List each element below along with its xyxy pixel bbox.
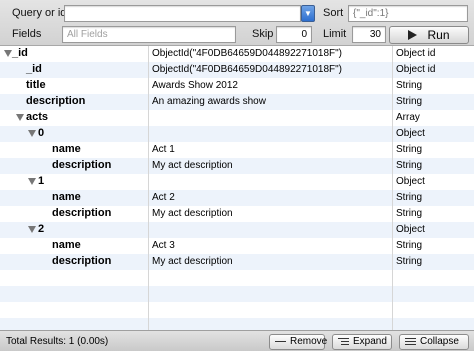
fields-input[interactable]: All Fields: [62, 26, 236, 43]
outline-row[interactable]: name Act 1 String: [0, 142, 474, 158]
row-key: _id: [26, 63, 42, 75]
outline-row[interactable]: description My act description String: [0, 206, 474, 222]
row-type: String: [396, 144, 423, 155]
row-key: _id: [12, 47, 28, 59]
row-type: String: [396, 160, 423, 171]
disclosure-triangle-icon[interactable]: [16, 114, 24, 121]
sort-input[interactable]: {"_id":1}: [348, 5, 468, 22]
row-value[interactable]: ObjectId("4F0DB64659D044892271018F"): [152, 48, 342, 59]
empty-row: [0, 286, 474, 302]
row-value[interactable]: ObjectId("4F0DB64659D044892271018F"): [152, 64, 342, 75]
query-history-dropdown[interactable]: ▼: [301, 5, 315, 22]
row-key: title: [26, 79, 46, 91]
status-bar: Total Results: 1 (0.00s) Remove Expand C…: [0, 330, 474, 351]
column-divider[interactable]: [148, 46, 149, 330]
outline-row[interactable]: acts Array: [0, 110, 474, 126]
row-type: String: [396, 192, 423, 203]
row-value[interactable]: My act description: [152, 208, 233, 219]
chevron-down-icon: ▼: [304, 9, 312, 18]
row-value[interactable]: Act 2: [152, 192, 175, 203]
row-key: name: [52, 239, 81, 251]
row-key: 0: [38, 127, 45, 139]
row-value[interactable]: Act 3: [152, 240, 175, 251]
row-type: Object id: [396, 48, 436, 59]
disclosure-triangle-icon[interactable]: [28, 178, 36, 185]
row-type: String: [396, 240, 423, 251]
row-key: 1: [38, 175, 45, 187]
empty-row: [0, 270, 474, 286]
row-type: Object: [396, 176, 425, 187]
minus-icon: [275, 341, 286, 342]
row-type: Object id: [396, 64, 436, 75]
outline-row[interactable]: description An amazing awards show String: [0, 94, 474, 110]
fields-label: Fields: [12, 28, 42, 40]
row-type: String: [396, 96, 423, 107]
row-value[interactable]: My act description: [152, 160, 233, 171]
disclosure-triangle-icon[interactable]: [4, 50, 12, 57]
remove-button[interactable]: Remove: [269, 334, 328, 350]
row-type: String: [396, 80, 423, 91]
outline-row[interactable]: _id ObjectId("4F0DB64659D044892271018F") O…: [0, 62, 474, 78]
row-value[interactable]: An amazing awards show: [152, 96, 266, 107]
row-key: description: [52, 159, 112, 171]
collapse-button[interactable]: Collapse: [399, 334, 469, 350]
row-value[interactable]: Act 1: [152, 144, 175, 155]
play-icon: [408, 30, 418, 40]
expand-button[interactable]: Expand: [332, 334, 392, 350]
outline-row[interactable]: description My act description String: [0, 158, 474, 174]
row-key: description: [52, 207, 112, 219]
results-outline[interactable]: _id ObjectId("4F0DB64659D044892271018F") O…: [0, 46, 474, 330]
outline-row[interactable]: title Awards Show 2012 String: [0, 78, 474, 94]
row-type: String: [396, 208, 423, 219]
skip-label: Skip: [252, 28, 274, 40]
run-label: Run: [427, 28, 450, 42]
empty-row: [0, 302, 474, 318]
outline-row[interactable]: description My act description String: [0, 254, 474, 270]
expand-label: Expand: [353, 336, 387, 347]
row-key: acts: [26, 111, 49, 123]
outline-row[interactable]: 1 Object: [0, 174, 474, 190]
row-type: String: [396, 256, 423, 267]
total-results-status: Total Results: 1 (0.00s): [6, 336, 109, 347]
row-key: name: [52, 191, 81, 203]
disclosure-triangle-icon[interactable]: [28, 226, 36, 233]
empty-row: [0, 318, 474, 330]
skip-input[interactable]: 0: [276, 26, 312, 43]
expand-icon: [338, 338, 349, 346]
limit-label: Limit: [323, 28, 347, 40]
row-key: description: [26, 95, 86, 107]
collapse-label: Collapse: [420, 336, 459, 347]
row-type: Object: [396, 128, 425, 139]
disclosure-triangle-icon[interactable]: [28, 130, 36, 137]
row-type: Object: [396, 224, 425, 235]
row-type: Array: [396, 112, 420, 123]
row-key: name: [52, 143, 81, 155]
sort-label: Sort: [323, 7, 344, 19]
row-value[interactable]: Awards Show 2012: [152, 80, 238, 91]
remove-label: Remove: [290, 336, 328, 347]
column-divider[interactable]: [392, 46, 393, 330]
run-button[interactable]: Run: [389, 26, 469, 44]
row-key: description: [52, 255, 112, 267]
query-toolbar: Query or id ▼ Sort {"_id":1} Fields All …: [0, 0, 474, 46]
outline-row[interactable]: 2 Object: [0, 222, 474, 238]
limit-input[interactable]: 30: [352, 26, 386, 43]
outline-row[interactable]: name Act 3 String: [0, 238, 474, 254]
outline-row[interactable]: name Act 2 String: [0, 190, 474, 206]
outline-row[interactable]: 0 Object: [0, 126, 474, 142]
collapse-icon: [405, 338, 416, 346]
query-input[interactable]: [64, 5, 301, 22]
row-key: 2: [38, 223, 45, 235]
query-label: Query or id: [12, 7, 67, 19]
outline-row[interactable]: _id ObjectId("4F0DB64659D044892271018F") O…: [0, 46, 474, 62]
row-value[interactable]: My act description: [152, 256, 233, 267]
